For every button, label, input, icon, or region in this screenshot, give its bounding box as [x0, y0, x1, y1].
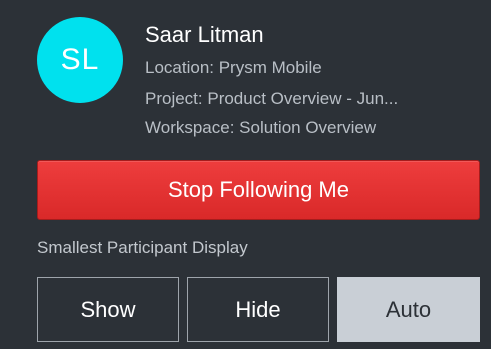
display-option-hide[interactable]: Hide — [187, 277, 329, 342]
participant-name: Saar Litman — [145, 22, 264, 47]
display-option-auto[interactable]: Auto — [337, 277, 480, 342]
avatar: SL — [37, 17, 123, 103]
participant-panel: SL Saar Litman Location: Prysm Mobile Pr… — [0, 0, 491, 349]
stop-following-button[interactable]: Stop Following Me — [37, 160, 480, 220]
display-setting-label: Smallest Participant Display — [37, 238, 248, 257]
participant-workspace: Workspace: Solution Overview — [145, 118, 377, 137]
display-option-show[interactable]: Show — [37, 277, 179, 342]
participant-location: Location: Prysm Mobile — [145, 58, 322, 77]
participant-project: Project: Product Overview - Jun... — [145, 89, 399, 108]
